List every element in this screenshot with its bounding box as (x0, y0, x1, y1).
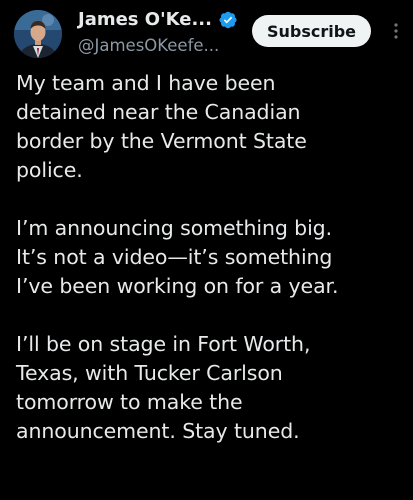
tweet-header: James O'Ke... @JamesOKeefe... Subscribe (0, 0, 413, 68)
tweet-paragraph: I’m announcing something big. It’s not a… (16, 214, 411, 301)
tweet-line: detained near the Canadian (16, 100, 301, 124)
tweet-line: police. (16, 158, 83, 182)
tweet-line: tomorrow to make the (16, 390, 243, 414)
avatar[interactable] (14, 10, 62, 58)
tweet-line: announcement. Stay tuned. (16, 419, 300, 443)
author-display-name[interactable]: James O'Ke... (78, 9, 212, 30)
tweet-line: Texas, with Tucker Carlson (16, 361, 283, 385)
author-name-row: James O'Ke... (78, 9, 238, 30)
subscribe-button[interactable]: Subscribe (252, 15, 371, 47)
author-handle[interactable]: @JamesOKeefe... (78, 36, 219, 55)
verified-badge-icon (218, 10, 238, 30)
tweet-line: border by the Vermont State (16, 129, 307, 153)
more-vertical-icon[interactable] (386, 20, 406, 42)
profile-photo-icon (14, 10, 62, 58)
tweet-line: I’ll be on stage in Fort Worth, (16, 332, 311, 356)
tweet-paragraph: I’ll be on stage in Fort Worth, Texas, w… (16, 330, 411, 446)
tweet-line: My team and I have been (16, 71, 276, 95)
tweet-paragraph: My team and I have been detained near th… (16, 69, 411, 185)
tweet-line: I’ve been working on for a year. (16, 274, 339, 298)
tweet-text: My team and I have been detained near th… (16, 69, 411, 446)
tweet-line: It’s not a video—it’s something (16, 245, 333, 269)
tweet-line: I’m announcing something big. (16, 216, 333, 240)
